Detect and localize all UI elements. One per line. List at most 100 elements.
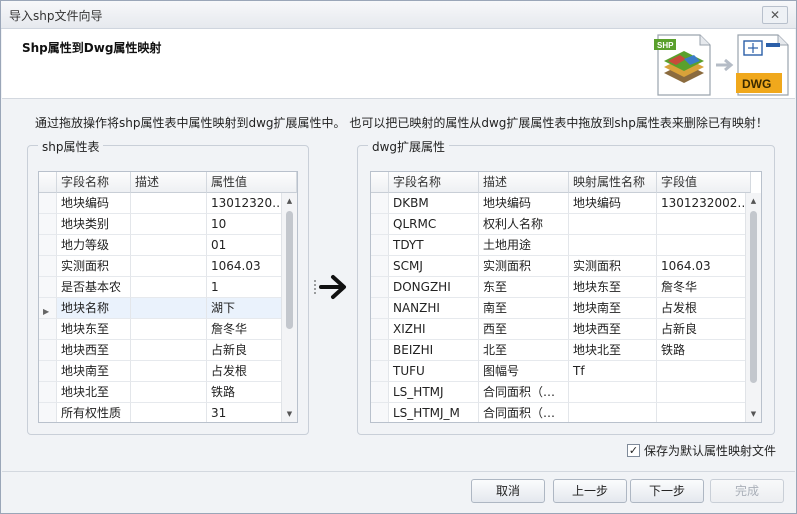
- row-marker-cell[interactable]: [39, 214, 57, 235]
- row-marker-cell[interactable]: [371, 256, 389, 277]
- table-cell[interactable]: 西至: [479, 319, 569, 340]
- close-button[interactable]: ✕: [762, 6, 788, 24]
- table-cell[interactable]: LS_HTMJ: [389, 382, 479, 403]
- row-marker-cell[interactable]: [371, 193, 389, 214]
- row-marker-cell[interactable]: [39, 361, 57, 382]
- table-cell[interactable]: 地力等级: [57, 235, 131, 256]
- table-cell[interactable]: TDYT: [389, 235, 479, 256]
- table-cell[interactable]: [131, 382, 207, 403]
- vertical-scrollbar[interactable]: ▲ ▼: [745, 193, 761, 422]
- column-header[interactable]: 字段值: [657, 172, 751, 193]
- table-cell[interactable]: 1064.03: [657, 256, 751, 277]
- row-marker-cell[interactable]: [39, 235, 57, 256]
- table-cell[interactable]: [131, 256, 207, 277]
- row-marker-cell[interactable]: [39, 277, 57, 298]
- table-cell[interactable]: DONGZHI: [389, 277, 479, 298]
- scroll-thumb[interactable]: [286, 211, 293, 329]
- scroll-down-icon[interactable]: ▼: [282, 406, 297, 422]
- cancel-button[interactable]: 取消: [471, 479, 545, 503]
- column-header[interactable]: 字段名称: [57, 172, 131, 193]
- table-cell[interactable]: 詹冬华: [657, 277, 751, 298]
- column-header[interactable]: 字段名称: [389, 172, 479, 193]
- table-cell[interactable]: 地块东至: [569, 277, 657, 298]
- row-marker-cell[interactable]: [371, 340, 389, 361]
- table-cell[interactable]: 所有权性质: [57, 403, 131, 422]
- row-marker-cell[interactable]: [39, 403, 57, 422]
- scroll-up-icon[interactable]: ▲: [282, 193, 297, 209]
- table-cell[interactable]: 地块编码: [569, 193, 657, 214]
- table-cell[interactable]: TUFU: [389, 361, 479, 382]
- table-cell[interactable]: [569, 382, 657, 403]
- table-cell[interactable]: 地块南至: [57, 361, 131, 382]
- table-cell[interactable]: 合同面积（…: [479, 382, 569, 403]
- table-cell[interactable]: [131, 319, 207, 340]
- table-cell[interactable]: 地块东至: [57, 319, 131, 340]
- table-cell[interactable]: [131, 361, 207, 382]
- table-cell[interactable]: [569, 403, 657, 422]
- table-cell[interactable]: [131, 214, 207, 235]
- dwg-attribute-grid[interactable]: 字段名称 描述 映射属性名称 字段值 DKBM 地块编码 地块编码 1301232002… QL…: [370, 171, 762, 423]
- table-cell[interactable]: 南至: [479, 298, 569, 319]
- row-marker-cell[interactable]: [39, 382, 57, 403]
- table-cell[interactable]: 合同面积（…: [479, 403, 569, 422]
- table-cell[interactable]: 地块编码: [57, 193, 131, 214]
- table-cell[interactable]: 图幅号: [479, 361, 569, 382]
- table-cell[interactable]: NANZHI: [389, 298, 479, 319]
- row-marker-cell[interactable]: [371, 403, 389, 422]
- table-cell[interactable]: [131, 277, 207, 298]
- row-marker-cell[interactable]: [39, 193, 57, 214]
- table-cell[interactable]: 地块南至: [569, 298, 657, 319]
- table-cell[interactable]: 占发根: [657, 298, 751, 319]
- table-cell[interactable]: 东至: [479, 277, 569, 298]
- table-cell[interactable]: [569, 214, 657, 235]
- column-header[interactable]: 描述: [479, 172, 569, 193]
- row-marker-cell[interactable]: [371, 298, 389, 319]
- row-marker-cell[interactable]: [371, 277, 389, 298]
- table-cell[interactable]: [569, 235, 657, 256]
- table-cell[interactable]: Tf: [569, 361, 657, 382]
- table-cell[interactable]: DKBM: [389, 193, 479, 214]
- table-cell[interactable]: [131, 403, 207, 422]
- table-cell[interactable]: 地块北至: [569, 340, 657, 361]
- row-marker-cell[interactable]: [39, 340, 57, 361]
- row-marker-cell[interactable]: [371, 214, 389, 235]
- table-cell[interactable]: 地块名称: [57, 298, 131, 319]
- table-cell[interactable]: 是否基本农: [57, 277, 131, 298]
- table-cell[interactable]: 北至: [479, 340, 569, 361]
- table-cell[interactable]: [657, 361, 751, 382]
- table-cell[interactable]: 地块编码: [479, 193, 569, 214]
- table-cell[interactable]: QLRMC: [389, 214, 479, 235]
- column-header[interactable]: 描述: [131, 172, 207, 193]
- vertical-scrollbar[interactable]: ▲ ▼: [281, 193, 297, 422]
- table-cell[interactable]: 土地用途: [479, 235, 569, 256]
- table-cell[interactable]: 铁路: [657, 340, 751, 361]
- shp-attribute-grid[interactable]: 字段名称 描述 属性值 地块编码 13012320… 地块类别 10 地力等级 01 实测面积 10…: [38, 171, 298, 423]
- table-cell[interactable]: 地块北至: [57, 382, 131, 403]
- next-button[interactable]: 下一步: [630, 479, 704, 503]
- column-header[interactable]: 映射属性名称: [569, 172, 657, 193]
- row-marker-cell[interactable]: ▶: [39, 298, 57, 319]
- finish-button[interactable]: 完成: [710, 479, 784, 503]
- table-cell[interactable]: 地块类别: [57, 214, 131, 235]
- prev-button[interactable]: 上一步: [553, 479, 627, 503]
- table-cell[interactable]: [131, 193, 207, 214]
- scroll-thumb[interactable]: [750, 211, 757, 383]
- table-cell[interactable]: 占新良: [657, 319, 751, 340]
- table-cell[interactable]: 地块西至: [57, 340, 131, 361]
- row-marker-cell[interactable]: [371, 361, 389, 382]
- table-cell[interactable]: [657, 214, 751, 235]
- table-cell[interactable]: [131, 235, 207, 256]
- row-marker-cell[interactable]: [39, 319, 57, 340]
- table-cell[interactable]: [657, 235, 751, 256]
- row-marker-cell[interactable]: [371, 235, 389, 256]
- table-cell[interactable]: 实测面积: [57, 256, 131, 277]
- table-cell[interactable]: 权利人名称: [479, 214, 569, 235]
- table-cell[interactable]: [657, 382, 751, 403]
- row-marker-cell[interactable]: [39, 256, 57, 277]
- column-header[interactable]: 属性值: [207, 172, 297, 193]
- table-cell[interactable]: 1301232002…: [657, 193, 751, 214]
- table-cell[interactable]: 实测面积: [569, 256, 657, 277]
- table-cell[interactable]: SCMJ: [389, 256, 479, 277]
- scroll-up-icon[interactable]: ▲: [746, 193, 761, 209]
- row-marker-cell[interactable]: [371, 382, 389, 403]
